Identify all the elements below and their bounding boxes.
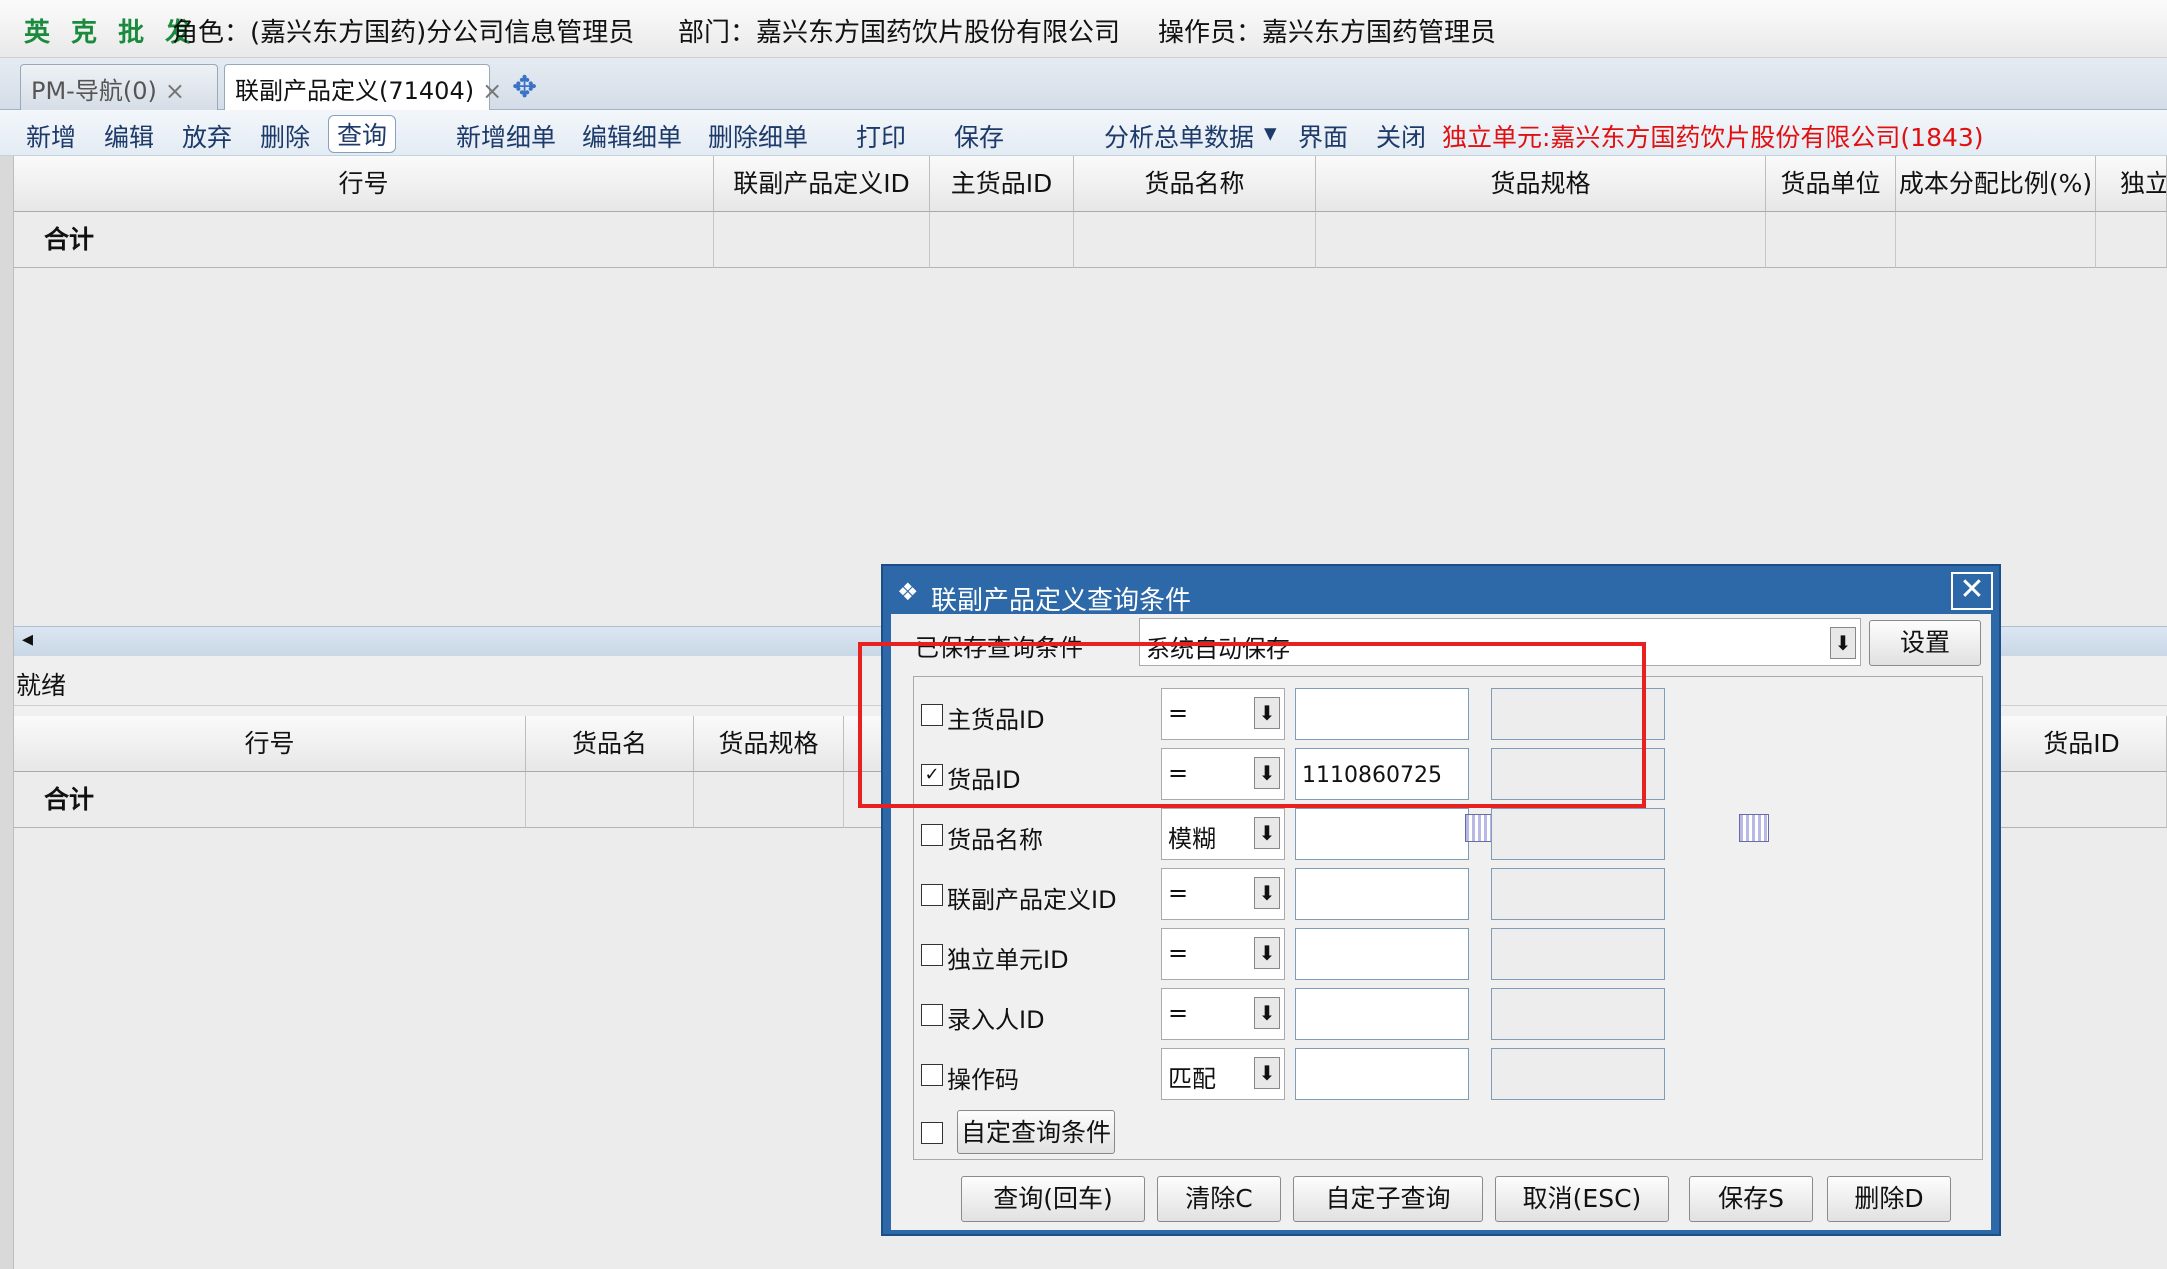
operator-value: =: [1168, 999, 1189, 1027]
operator-value: 匹配: [1168, 1065, 1216, 1093]
tab-pm-navigation[interactable]: PM-导航(0) ×: [20, 64, 218, 110]
value-input-product-name[interactable]: [1295, 808, 1469, 860]
toolbar: 新增 编辑 放弃 删除 查询 新增细单 编辑细单 删除细单 打印 保存 分析总单…: [0, 110, 2167, 156]
tab-strip: PM-导航(0) × 联副产品定义(71404) ×: [0, 58, 2167, 110]
delete-button[interactable]: 删除: [260, 118, 310, 154]
chevron-down-icon[interactable]: ▾: [1264, 118, 1277, 147]
calendar-icon[interactable]: [1739, 814, 1769, 842]
clear-button[interactable]: 清除C: [1157, 1176, 1281, 1222]
condition-label: 操作码: [947, 1066, 1019, 1094]
dialog-title: 联副产品定义查询条件: [931, 586, 1192, 616]
discard-button[interactable]: 放弃: [182, 118, 232, 154]
save-query-button[interactable]: 保存S: [1689, 1176, 1813, 1222]
value2-input[interactable]: [1491, 1048, 1665, 1100]
checkbox-product-name[interactable]: [921, 824, 943, 846]
value-input-entry-user-id[interactable]: [1295, 988, 1469, 1040]
checkbox-operation-code[interactable]: [921, 1064, 943, 1086]
column-header[interactable]: 行号: [14, 156, 714, 212]
chevron-down-icon[interactable]: ⬇: [1254, 997, 1280, 1029]
close-icon[interactable]: ✕: [1951, 572, 1993, 610]
condition-label: 货品名称: [947, 826, 1043, 854]
column-header[interactable]: 货品名称: [1074, 156, 1316, 212]
operator-select[interactable]: = ⬇: [1161, 988, 1285, 1040]
custom-condition-button[interactable]: 自定查询条件: [957, 1110, 1115, 1154]
analyze-dropdown[interactable]: 分析总单数据: [1104, 118, 1254, 154]
print-button[interactable]: 打印: [856, 118, 906, 154]
operator-label: 操作员：嘉兴东方国药管理员: [1158, 18, 1497, 48]
operator-select[interactable]: 匹配 ⬇: [1161, 1048, 1285, 1100]
operator-select[interactable]: = ⬇: [1161, 928, 1285, 980]
column-header[interactable]: 独立: [2096, 156, 2167, 212]
close-icon[interactable]: ×: [165, 77, 185, 105]
column-header[interactable]: 货品名: [526, 716, 694, 772]
ui-button[interactable]: 界面: [1298, 118, 1348, 154]
unit-label: 独立单元:嘉兴东方国药饮片股份有限公司(1843): [1442, 123, 1984, 152]
edit-detail-button[interactable]: 编辑细单: [582, 118, 682, 154]
master-grid: 行号 联副产品定义ID 主货品ID 货品名称 货品规格 货品单位 成本分配比例(…: [14, 156, 2167, 626]
column-header[interactable]: 货品ID: [1997, 716, 2167, 772]
highlight-box: [858, 642, 1646, 808]
settings-button[interactable]: 设置: [1869, 620, 1981, 666]
delete-query-button[interactable]: 删除D: [1827, 1176, 1951, 1222]
left-edge: [0, 156, 14, 1269]
checkbox-custom-condition[interactable]: [921, 1122, 943, 1144]
operator-value: 模糊: [1168, 825, 1216, 853]
chevron-down-icon[interactable]: ⬇: [1254, 877, 1280, 909]
value2-input[interactable]: [1491, 928, 1665, 980]
add-detail-button[interactable]: 新增细单: [456, 118, 556, 154]
add-tab-icon[interactable]: ✥: [512, 70, 537, 105]
operator-value: =: [1168, 879, 1189, 907]
value2-input[interactable]: [1491, 988, 1665, 1040]
condition-label: 独立单元ID: [947, 946, 1069, 974]
close-button[interactable]: 关闭: [1376, 118, 1426, 154]
checkbox-entry-user-id[interactable]: [921, 1004, 943, 1026]
query-enter-button[interactable]: 查询(回车): [961, 1176, 1145, 1222]
column-header[interactable]: 行号: [14, 716, 526, 772]
operator-select[interactable]: 模糊 ⬇: [1161, 808, 1285, 860]
condition-label: 联副产品定义ID: [947, 886, 1117, 914]
tab-label: PM-导航(0): [31, 77, 157, 105]
value-input-unit-id[interactable]: [1295, 928, 1469, 980]
chevron-down-icon[interactable]: ⬇: [1254, 937, 1280, 969]
chevron-down-icon[interactable]: ⬇: [1254, 1057, 1280, 1089]
column-header[interactable]: 主货品ID: [930, 156, 1074, 212]
column-header[interactable]: 成本分配比例(%): [1896, 156, 2096, 212]
value-input-operation-code[interactable]: [1295, 1048, 1469, 1100]
summary-row-label: 合计: [14, 212, 714, 268]
new-button[interactable]: 新增: [26, 118, 76, 154]
chevron-down-icon[interactable]: ⬇: [1830, 627, 1856, 659]
delete-detail-button[interactable]: 删除细单: [708, 118, 808, 154]
operator-select[interactable]: = ⬇: [1161, 868, 1285, 920]
chevron-down-icon[interactable]: ⬇: [1254, 817, 1280, 849]
role-label: 角色：(嘉兴东方国药)分公司信息管理员: [172, 18, 635, 48]
query-button[interactable]: 查询: [328, 115, 397, 153]
operator-value: =: [1168, 939, 1189, 967]
checkbox-unit-id[interactable]: [921, 944, 943, 966]
value2-input[interactable]: [1491, 808, 1665, 860]
value2-input[interactable]: [1491, 868, 1665, 920]
column-header[interactable]: 货品规格: [694, 716, 844, 772]
column-header[interactable]: 货品单位: [1766, 156, 1896, 212]
title-bar: 英 克 批 发 角色：(嘉兴东方国药)分公司信息管理员 部门：嘉兴东方国药饮片股…: [0, 0, 2167, 58]
tab-coproduct-definition[interactable]: 联副产品定义(71404) ×: [224, 64, 502, 110]
column-header[interactable]: 货品规格: [1316, 156, 1766, 212]
scroll-left-icon[interactable]: ◂: [22, 627, 33, 652]
cancel-button[interactable]: 取消(ESC): [1495, 1176, 1669, 1222]
checkbox-coproduct-id[interactable]: [921, 884, 943, 906]
close-icon[interactable]: ×: [482, 77, 502, 105]
value-input-coproduct-id[interactable]: [1295, 868, 1469, 920]
column-header[interactable]: 联副产品定义ID: [714, 156, 930, 212]
condition-label: 录入人ID: [947, 1006, 1045, 1034]
department-label: 部门：嘉兴东方国药饮片股份有限公司: [678, 18, 1121, 48]
edit-button[interactable]: 编辑: [104, 118, 154, 154]
tab-label: 联副产品定义(71404): [235, 77, 475, 105]
save-button[interactable]: 保存: [954, 118, 1004, 154]
custom-subquery-button[interactable]: 自定子查询: [1293, 1176, 1483, 1222]
status-text: 就绪: [16, 671, 67, 700]
summary-row-label: 合计: [14, 772, 526, 828]
